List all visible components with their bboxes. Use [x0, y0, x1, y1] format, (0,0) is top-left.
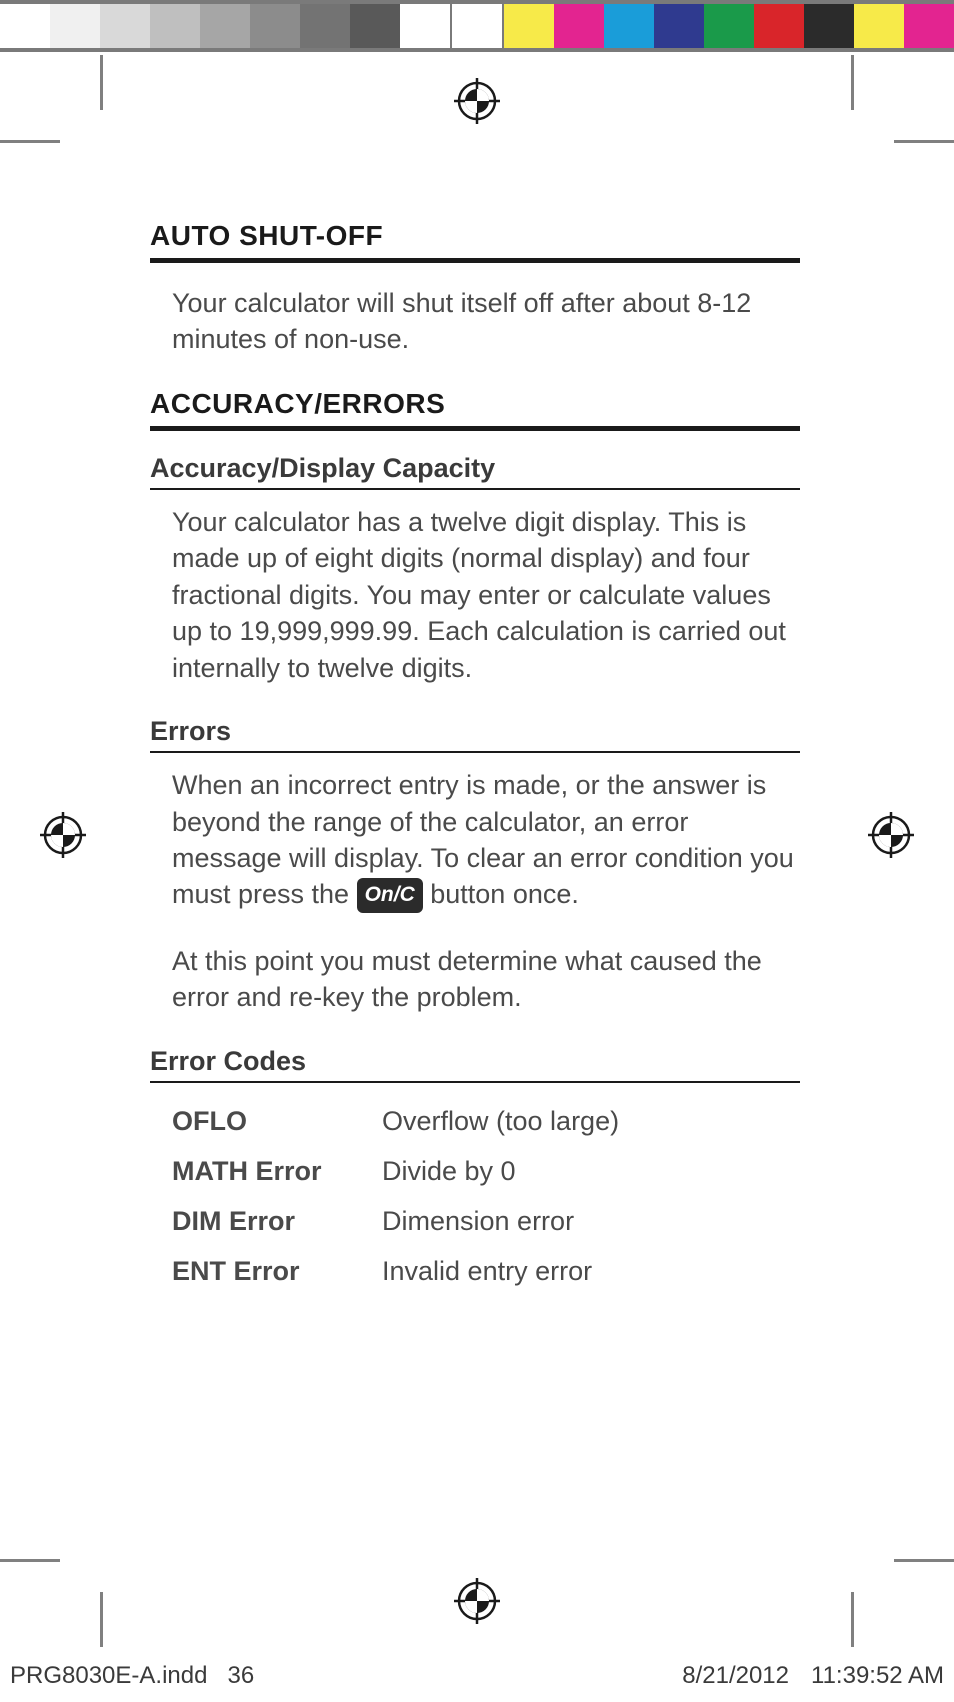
heading-auto-shutoff: AUTO SHUT-OFF [150, 220, 800, 252]
slug-filename: PRG8030E-A.indd [10, 1662, 207, 1689]
slug-time: 11:39:52 AM [811, 1662, 944, 1690]
body-errors: When an incorrect entry is made, or the … [150, 767, 800, 913]
crop-mark [851, 1592, 854, 1647]
crop-mark [0, 140, 60, 143]
crop-mark [0, 1559, 60, 1562]
body-errors-2: At this point you must determine what ca… [150, 943, 800, 1016]
registration-mark-icon [868, 812, 914, 858]
printer-color-bar [0, 0, 954, 52]
error-code: OFLO [172, 1097, 382, 1147]
crop-mark [100, 55, 103, 110]
crop-mark [894, 140, 954, 143]
body-errors-post: button once. [423, 879, 579, 909]
table-row: MATH Error Divide by 0 [172, 1147, 800, 1197]
subheading-display-capacity: Accuracy/Display Capacity [150, 453, 800, 484]
error-code: DIM Error [172, 1197, 382, 1247]
rule [150, 426, 800, 431]
registration-mark-icon [454, 1578, 500, 1624]
slug-date: 8/21/2012 [682, 1662, 789, 1690]
table-row: ENT Error Invalid entry error [172, 1247, 800, 1297]
subheading-errors: Errors [150, 716, 800, 747]
slug-line: PRG8030E-A.indd 36 8/21/2012 11:39:52 AM [0, 1662, 954, 1690]
body-auto-shutoff: Your calculator will shut itself off aft… [150, 285, 800, 358]
error-code: ENT Error [172, 1247, 382, 1297]
error-desc: Divide by 0 [382, 1147, 516, 1197]
on-c-keycap: On/C [357, 878, 423, 912]
registration-mark-icon [454, 78, 500, 124]
error-codes-table: OFLO Overflow (too large) MATH Error Div… [150, 1097, 800, 1297]
rule [150, 1081, 800, 1083]
error-code: MATH Error [172, 1147, 382, 1197]
slug-page: 36 [227, 1662, 254, 1689]
error-desc: Dimension error [382, 1197, 574, 1247]
crop-mark [894, 1559, 954, 1562]
subheading-error-codes: Error Codes [150, 1046, 800, 1077]
page-content: AUTO SHUT-OFF Your calculator will shut … [150, 220, 800, 1296]
rule [150, 258, 800, 263]
crop-mark [851, 55, 854, 110]
error-desc: Overflow (too large) [382, 1097, 619, 1147]
error-desc: Invalid entry error [382, 1247, 592, 1297]
crop-mark [100, 1592, 103, 1647]
heading-accuracy-errors: ACCURACY/ERRORS [150, 388, 800, 420]
rule [150, 488, 800, 490]
body-display-capacity: Your calculator has a twelve digit displ… [150, 504, 800, 686]
table-row: DIM Error Dimension error [172, 1197, 800, 1247]
registration-mark-icon [40, 812, 86, 858]
rule [150, 751, 800, 753]
table-row: OFLO Overflow (too large) [172, 1097, 800, 1147]
